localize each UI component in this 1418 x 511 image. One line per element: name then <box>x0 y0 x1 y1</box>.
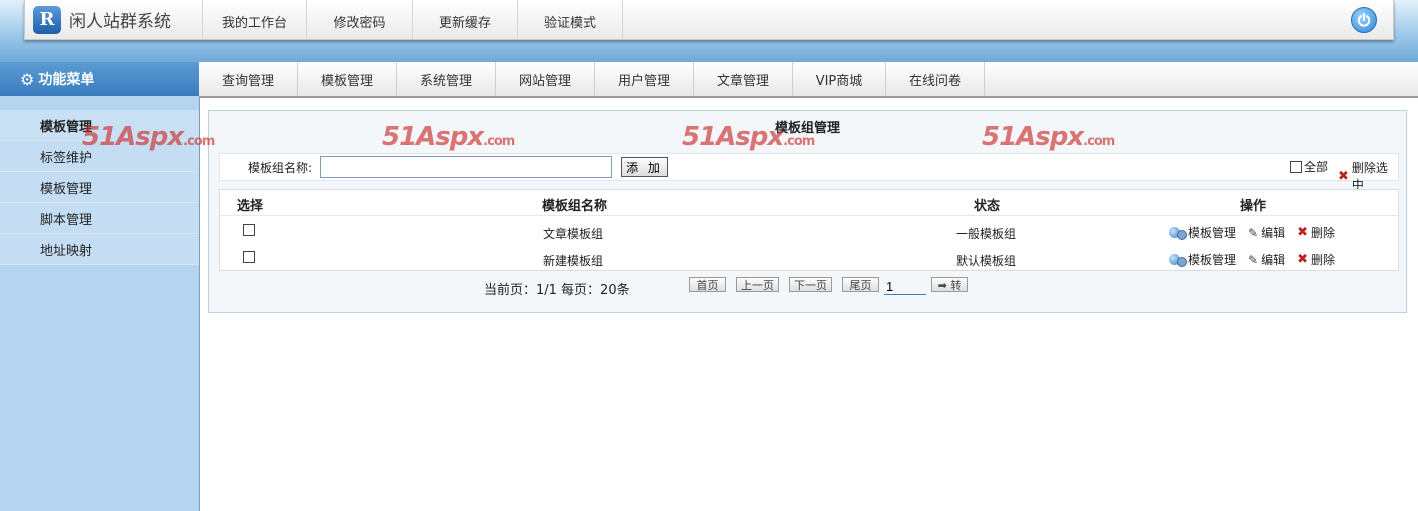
add-button[interactable]: 添 加 <box>621 157 668 177</box>
template-manage-icon <box>1169 253 1187 267</box>
header-name: 模板组名称 <box>542 199 608 214</box>
sub-nav-template[interactable]: 模板管理 <box>298 62 397 96</box>
edit-label: 编辑 <box>1261 253 1286 267</box>
delete-label: 删除 <box>1311 226 1336 240</box>
sidebar-item-template-manage[interactable]: 模板管理 <box>0 110 199 141</box>
row-checkbox[interactable] <box>243 251 255 263</box>
go-button[interactable]: ➡ 转 <box>931 277 968 292</box>
top-nav: 我的工作台 修改密码 更新缓存 验证模式 <box>203 0 623 39</box>
sub-nav-article[interactable]: 文章管理 <box>694 62 793 96</box>
edit-label: 编辑 <box>1261 226 1286 240</box>
row-name: 新建模板组 <box>543 254 604 268</box>
x-icon: ✖ <box>1338 168 1349 184</box>
delete-link[interactable]: ✖ 删除 <box>1297 251 1335 268</box>
delete-selected-label: 删除选中 <box>1351 161 1388 192</box>
select-all-label: 全部 <box>1304 160 1329 174</box>
top-nav-refresh-cache[interactable]: 更新缓存 <box>413 0 518 39</box>
sub-nav-query[interactable]: 查询管理 <box>199 62 298 96</box>
top-nav-change-password[interactable]: 修改密码 <box>307 0 413 39</box>
page-number-input[interactable] <box>884 278 926 295</box>
table-row: 新建模板组 默认模板组 模板管理 ✎ 编辑 ✖ 删除 <box>220 244 1398 271</box>
sidebar-item-url-mapping[interactable]: 地址映射 <box>0 234 199 265</box>
sub-nav-website[interactable]: 网站管理 <box>496 62 595 96</box>
r-logo-icon: R <box>33 5 61 34</box>
manage-label: 模板管理 <box>1188 253 1237 267</box>
select-all-checkbox[interactable] <box>1290 160 1302 173</box>
top-nav-verify-mode[interactable]: 验证模式 <box>518 0 623 39</box>
sub-nav-survey[interactable]: 在线问卷 <box>886 62 985 96</box>
brand: R 闲人站群系统 <box>25 0 203 39</box>
delete-selected-button[interactable]: ✖ 删除选中 <box>1338 159 1398 193</box>
x-icon: ✖ <box>1297 225 1308 240</box>
x-icon: ✖ <box>1297 252 1308 267</box>
first-page-button[interactable]: 首页 <box>689 277 726 292</box>
power-icon[interactable] <box>1351 7 1377 33</box>
sub-nav-vip-shop[interactable]: VIP商城 <box>793 62 886 96</box>
row-status: 默认模板组 <box>956 254 1017 268</box>
sub-nav: 查询管理 模板管理 系统管理 网站管理 用户管理 文章管理 VIP商城 在线问卷 <box>199 62 1418 98</box>
menu-title: ⚙ 功能菜单 <box>0 62 199 96</box>
header-status: 状态 <box>974 199 1001 214</box>
template-group-panel: 模板组管理 模板组名称: 添 加 全部 ✖ 删除选中 选择 模板组名称 状态 操… <box>208 110 1407 313</box>
panel-title: 模板组管理 <box>774 121 840 136</box>
template-manage-icon <box>1169 226 1187 240</box>
top-bar: R 闲人站群系统 我的工作台 修改密码 更新缓存 验证模式 <box>24 0 1394 40</box>
edit-link[interactable]: ✎ 编辑 <box>1248 224 1285 241</box>
row-actions: 模板管理 ✎ 编辑 ✖ 删除 <box>1169 251 1347 268</box>
manage-template-link[interactable]: 模板管理 <box>1169 224 1236 241</box>
prev-page-button[interactable]: 上一页 <box>736 277 779 292</box>
sidebar-item-script-manage[interactable]: 脚本管理 <box>0 203 199 234</box>
pager: 当前页：1/1 每页：20条 首页 上一页 下一页 尾页 ➡ 转 <box>209 275 1406 299</box>
header-select: 选择 <box>237 199 264 214</box>
search-label: 模板组名称: <box>248 161 313 175</box>
sidebar-item-tag-maintain[interactable]: 标签维护 <box>0 141 199 172</box>
delete-label: 删除 <box>1311 253 1336 267</box>
delete-link[interactable]: ✖ 删除 <box>1297 224 1335 241</box>
row-checkbox[interactable] <box>243 224 255 236</box>
pencil-icon: ✎ <box>1248 252 1259 267</box>
manage-label: 模板管理 <box>1188 226 1237 240</box>
search-row: 模板组名称: 添 加 全部 ✖ 删除选中 <box>219 153 1399 192</box>
next-page-button[interactable]: 下一页 <box>789 277 832 292</box>
row-name: 文章模板组 <box>543 227 604 241</box>
edit-link[interactable]: ✎ 编辑 <box>1248 251 1285 268</box>
pencil-icon: ✎ <box>1248 225 1259 240</box>
sub-nav-system[interactable]: 系统管理 <box>397 62 496 96</box>
top-nav-workbench[interactable]: 我的工作台 <box>203 0 307 39</box>
row-status: 一般模板组 <box>956 227 1017 241</box>
row-actions: 模板管理 ✎ 编辑 ✖ 删除 <box>1169 224 1347 241</box>
sub-nav-user[interactable]: 用户管理 <box>595 62 694 96</box>
app-title: 闲人站群系统 <box>69 12 171 32</box>
pager-info: 当前页：1/1 每页：20条 <box>484 283 630 298</box>
manage-template-link[interactable]: 模板管理 <box>1169 251 1236 268</box>
last-page-button[interactable]: 尾页 <box>842 277 879 292</box>
table-row: 文章模板组 一般模板组 模板管理 ✎ 编辑 ✖ 删除 <box>220 217 1398 244</box>
template-group-table: 选择 模板组名称 状态 操作 文章模板组 一般模板组 模板管理 ✎ 编辑 ✖ 删除 … <box>219 189 1399 271</box>
header-actions: 操作 <box>1240 199 1267 214</box>
template-group-name-input[interactable] <box>320 156 612 178</box>
menu-title-label: 功能菜单 <box>38 72 95 88</box>
sidebar: 模板管理 标签维护 模板管理 脚本管理 地址映射 <box>0 96 200 511</box>
gear-icon: ⚙ <box>20 69 35 89</box>
sidebar-item-template-manage-2[interactable]: 模板管理 <box>0 172 199 203</box>
select-all[interactable]: 全部 <box>1290 158 1328 175</box>
table-header: 选择 模板组名称 状态 操作 <box>220 190 1398 216</box>
